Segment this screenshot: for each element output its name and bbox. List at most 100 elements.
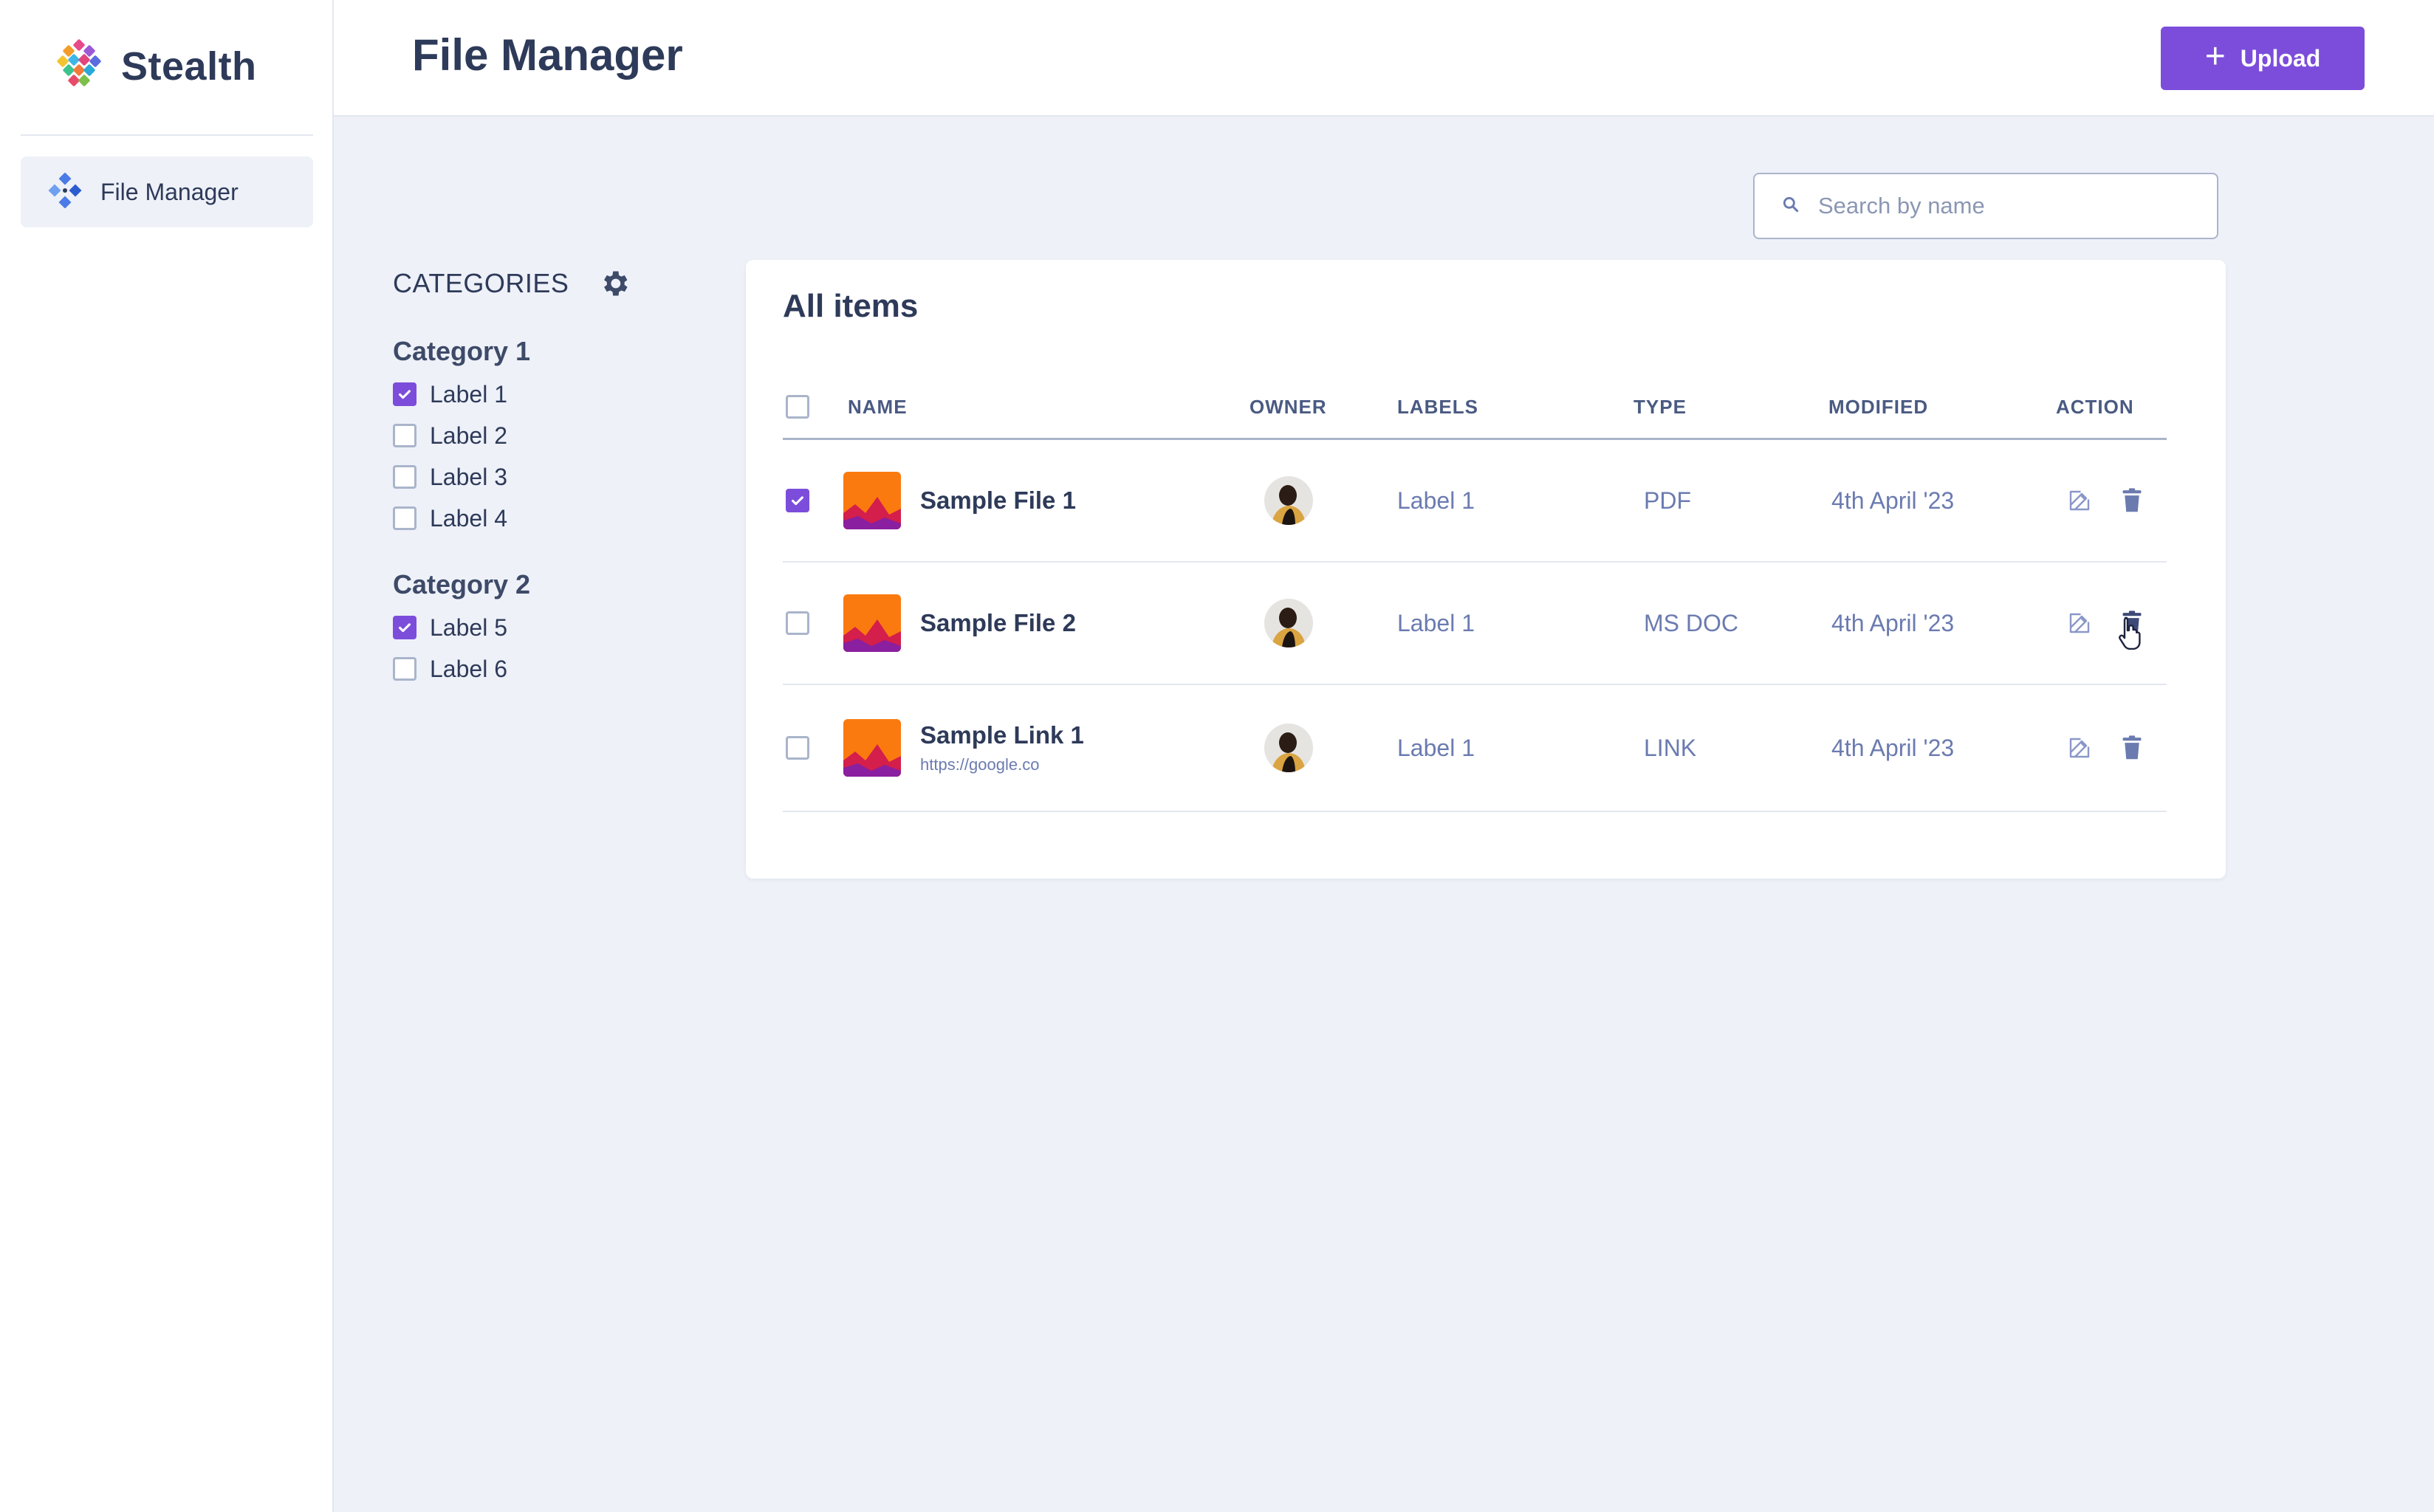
brand-name: Stealth [121,44,257,89]
label-cell: Label 1 [1397,685,1475,811]
check-icon [399,390,411,399]
delete-icon[interactable] [2119,487,2145,514]
select-all-checkbox[interactable] [786,395,809,419]
owner-avatar [1264,724,1313,772]
select-all-cell [786,374,809,440]
file-name-cell: Sample Link 1 https://google.co [843,685,1084,811]
edit-icon[interactable] [2066,487,2093,514]
sidebar-divider [21,134,313,136]
card-title: All items [783,288,919,324]
topbar: File Manager + Upload [334,0,2434,117]
file-name-cell: Sample File 1 [843,440,1076,561]
plus-icon: + [2204,37,2226,76]
files-table: NAME OWNER LABELS TYPE MODIFIED ACTION S… [783,374,2167,812]
app-root: Stealth File Manager File Manager + Uplo… [0,0,2434,1512]
upload-button-label: Upload [2240,44,2321,72]
file-name[interactable]: Sample File 1 [920,487,1076,515]
category-group: Category 2 Label 5 Label 6 [393,563,688,690]
column-header-type[interactable]: TYPE [1633,374,1687,440]
owner-cell [1264,563,1313,684]
category-label-row[interactable]: Label 1 [393,374,688,415]
owner-avatar [1264,599,1313,647]
modified-cell: 4th April '23 [1831,685,1954,811]
categories-panel: CATEGORIES Category 1 Label 1 Label 2 La… [393,261,688,690]
search-icon [1781,195,1800,218]
table-row[interactable]: Sample Link 1 https://google.co Label 1 … [783,685,2167,812]
category-label: Label 4 [430,504,507,532]
category-label-row[interactable]: Label 6 [393,648,688,690]
categories-header: CATEGORIES [393,261,688,306]
search-box [1753,173,2218,239]
check-icon [792,496,803,506]
row-select-cell [786,563,809,684]
sidebar: Stealth File Manager [0,0,334,1512]
table-row[interactable]: Sample File 2 Label 1 MS DOC 4th April '… [783,563,2167,685]
label-tag[interactable]: Label 1 [1397,735,1475,762]
type-cell: MS DOC [1644,563,1738,684]
category-title: Category 2 [393,569,531,599]
label-tag[interactable]: Label 1 [1397,487,1475,515]
file-name[interactable]: Sample File 2 [920,609,1076,637]
type-cell: PDF [1644,440,1691,561]
table-header: NAME OWNER LABELS TYPE MODIFIED ACTION [783,374,2167,440]
owner-avatar [1264,476,1313,525]
category-label: Label 5 [430,614,507,641]
row-checkbox[interactable] [786,611,809,635]
gear-icon[interactable] [598,267,631,300]
column-header-owner[interactable]: OWNER [1249,374,1327,440]
column-header-name[interactable]: NAME [848,374,908,440]
type-cell: LINK [1644,685,1696,811]
category-label: Label 3 [430,463,507,490]
checkbox-checked[interactable] [393,382,416,406]
file-type: PDF [1644,487,1691,514]
link-url[interactable]: https://google.co [920,755,1084,774]
modified-cell: 4th April '23 [1831,440,1954,561]
all-items-card: All items NAME OWNER LABELS TYPE MODIFIE… [746,260,2226,879]
file-thumbnail-image [843,594,901,652]
category-label-row[interactable]: Label 3 [393,456,688,498]
row-checkbox[interactable] [786,736,809,760]
file-type: LINK [1644,734,1697,761]
modified-date: 4th April '23 [1831,734,1955,761]
row-select-cell [786,685,809,811]
checkbox[interactable] [393,506,416,530]
sidebar-item-file-manager[interactable]: File Manager [21,157,313,227]
delete-icon[interactable] [2119,610,2145,636]
column-header-action: ACTION [2056,396,2134,418]
category-label-row[interactable]: Label 2 [393,415,688,456]
category-label: Label 2 [430,422,507,449]
check-icon [399,623,411,633]
label-cell: Label 1 [1397,440,1475,561]
link-name[interactable]: Sample Link 1 [920,721,1084,749]
column-header-modified[interactable]: MODIFIED [1828,374,1928,440]
edit-icon[interactable] [2066,610,2093,636]
owner-cell [1264,685,1313,811]
sidebar-item-label: File Manager [100,178,239,205]
category-label-row[interactable]: Label 4 [393,498,688,539]
checkbox[interactable] [393,424,416,447]
modified-date: 4th April '23 [1831,487,1955,514]
file-type: MS DOC [1644,609,1738,636]
category-label-row[interactable]: Label 5 [393,607,688,648]
checkbox[interactable] [393,465,416,489]
checkbox-checked[interactable] [393,616,416,639]
label-cell: Label 1 [1397,563,1475,684]
upload-button[interactable]: + Upload [2161,27,2365,90]
owner-cell [1264,440,1313,561]
grid-diamond-icon [47,172,83,212]
label-tag[interactable]: Label 1 [1397,610,1475,637]
action-cell [2066,563,2145,684]
category-title: Category 1 [393,336,531,366]
stealth-logo-icon [53,38,105,94]
brand[interactable]: Stealth [53,38,257,94]
column-header-labels[interactable]: LABELS [1397,374,1478,440]
file-thumbnail-image [843,472,901,529]
search-input[interactable] [1818,193,2187,219]
file-name-cell: Sample File 2 [843,563,1076,684]
edit-icon[interactable] [2066,735,2093,761]
checkbox[interactable] [393,657,416,681]
row-checkbox-checked[interactable] [786,489,809,512]
file-thumbnail-image [843,719,901,777]
delete-icon[interactable] [2119,735,2145,761]
table-row[interactable]: Sample File 1 Label 1 PDF 4th April '23 [783,440,2167,563]
